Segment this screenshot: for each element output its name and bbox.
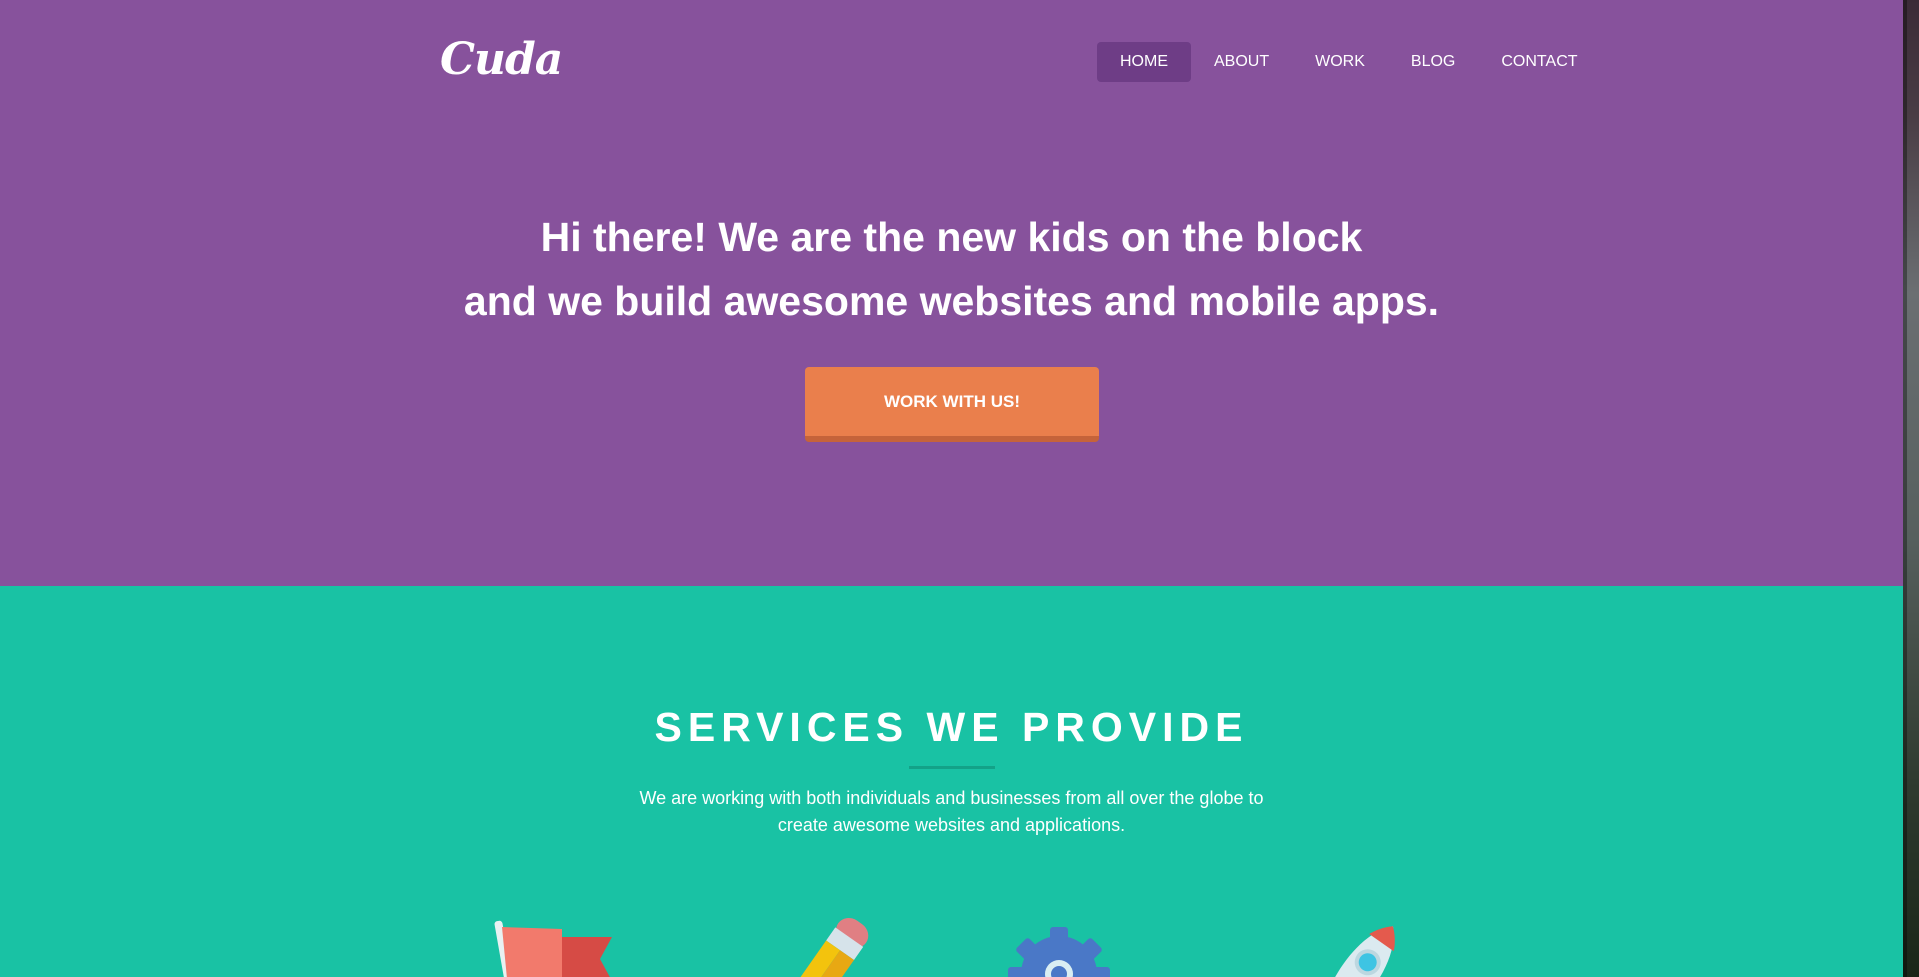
- rocket-icon: [1328, 926, 1395, 977]
- main-nav: HOME ABOUT WORK BLOG CONTACT: [1097, 42, 1601, 82]
- nav-item-about[interactable]: ABOUT: [1191, 42, 1292, 82]
- nav-item-work[interactable]: WORK: [1292, 42, 1388, 82]
- background-image-edge: [1903, 0, 1919, 977]
- nav-item-contact[interactable]: CONTACT: [1478, 42, 1600, 82]
- services-section: SERVICES WE PROVIDE We are working with …: [0, 586, 1903, 977]
- hero-section: Cuda HOME ABOUT WORK BLOG CONTACT Hi the…: [0, 0, 1903, 586]
- nav-item-blog[interactable]: BLOG: [1388, 42, 1478, 82]
- hero-headline: Hi there! We are the new kids on the blo…: [0, 205, 1903, 333]
- hero-headline-line-2: and we build awesome websites and mobile…: [463, 278, 1440, 324]
- flag-icon: [494, 920, 612, 977]
- service-icons: [0, 586, 1903, 977]
- hero-headline-line-1: Hi there! We are the new kids on the blo…: [540, 214, 1363, 260]
- nav-item-home[interactable]: HOME: [1097, 42, 1191, 82]
- gear-icon: [1008, 927, 1110, 977]
- logo[interactable]: Cuda: [440, 34, 563, 85]
- work-with-us-button[interactable]: WORK WITH US!: [805, 367, 1099, 442]
- pencil-icon: [791, 917, 869, 977]
- page: Cuda HOME ABOUT WORK BLOG CONTACT Hi the…: [0, 0, 1903, 977]
